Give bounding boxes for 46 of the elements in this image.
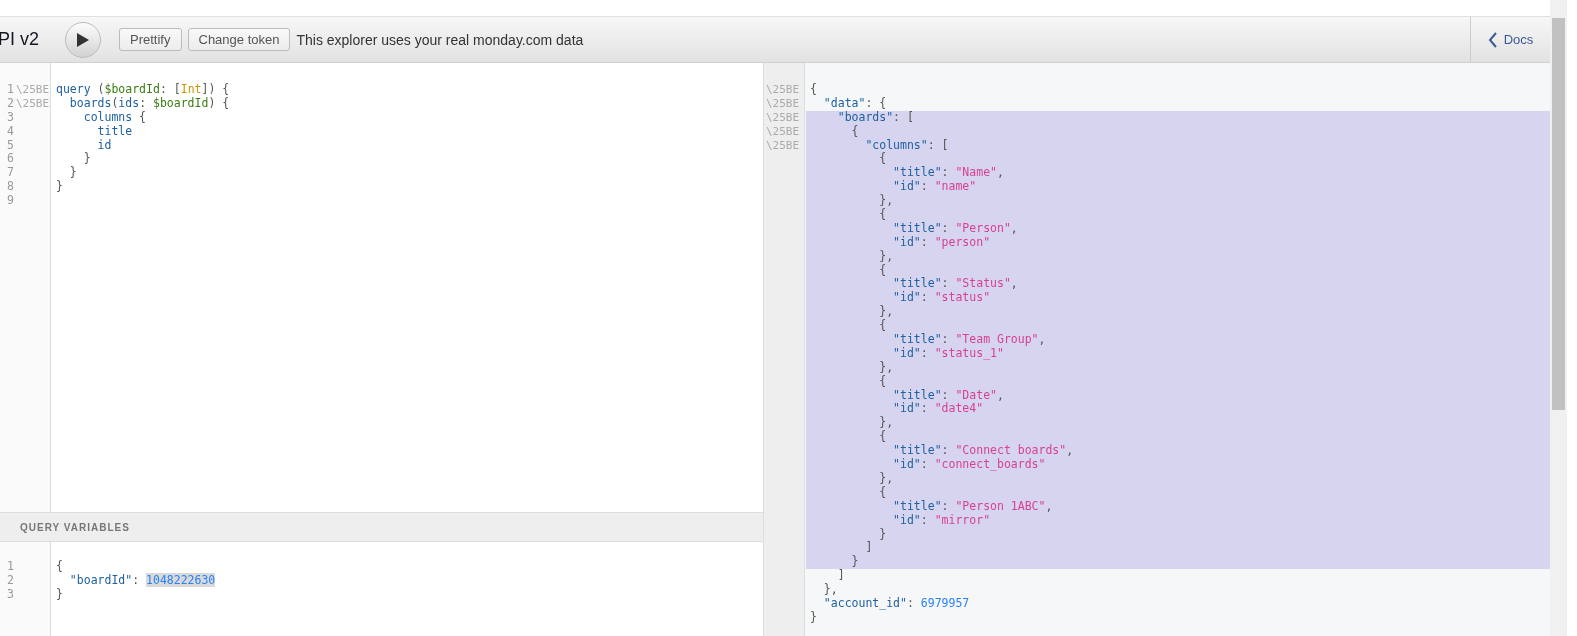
code-line: "account_id": 6979957	[822, 596, 971, 611]
code-line: "data": {	[822, 96, 888, 111]
fold-marker[interactable]: \25BE	[766, 110, 800, 125]
code-line: }	[82, 152, 92, 167]
toolbar-button[interactable]: Prettify	[119, 28, 182, 51]
line-number: 8	[6, 180, 14, 195]
code-line: "boardId": 1048222630	[68, 573, 217, 588]
line-number: 9	[6, 194, 14, 208]
fold-marker[interactable]: \25BE	[16, 83, 50, 97]
line-number: 5	[6, 138, 14, 153]
line-number: 1	[6, 83, 14, 97]
line-number: 3	[6, 587, 14, 602]
fold-marker[interactable]: \25BE	[766, 124, 800, 139]
fold-marker[interactable]: \25BE	[766, 138, 800, 153]
code-line: ]	[836, 569, 846, 584]
code-line: {	[55, 560, 64, 574]
app-title: PI v2	[0, 29, 40, 50]
code-line: },	[822, 583, 839, 597]
fold-marker[interactable]: \25BE	[16, 96, 50, 111]
fold-marker[interactable]: \25BE	[766, 96, 800, 111]
scrollbar-thumb[interactable]	[1552, 18, 1565, 410]
code-line: columns {	[82, 110, 148, 125]
line-number: 1	[6, 560, 14, 574]
panel-header[interactable]: QUERY VARIABLES	[0, 512, 763, 542]
line-number: 2	[6, 96, 14, 111]
line-number: 3	[6, 110, 14, 125]
code-line: query ($boardId: [Int]) {	[55, 83, 231, 97]
code-line: {	[809, 83, 818, 97]
code-line: id	[96, 138, 113, 153]
scrollbar[interactable]	[1550, 0, 1567, 636]
notice-text: This explorer uses your real monday.com data	[296, 31, 584, 48]
line-number: 2	[6, 573, 14, 588]
chevron-left-icon	[1487, 31, 1498, 48]
code-line: }	[68, 166, 78, 181]
line-number: 4	[6, 124, 14, 139]
run-button[interactable]	[65, 21, 102, 58]
line-number: 6	[6, 152, 14, 167]
play-icon	[76, 31, 91, 48]
toolbar-button[interactable]: Change token	[187, 28, 291, 51]
code-line: title	[96, 124, 134, 139]
code-line: }	[55, 587, 64, 602]
code-line: boards(ids: $boardId) {	[69, 96, 231, 111]
fold-marker[interactable]: \25BE	[766, 83, 800, 97]
line-number: 7	[6, 166, 14, 181]
code-line: }	[55, 180, 64, 195]
code-line: }	[809, 610, 818, 625]
